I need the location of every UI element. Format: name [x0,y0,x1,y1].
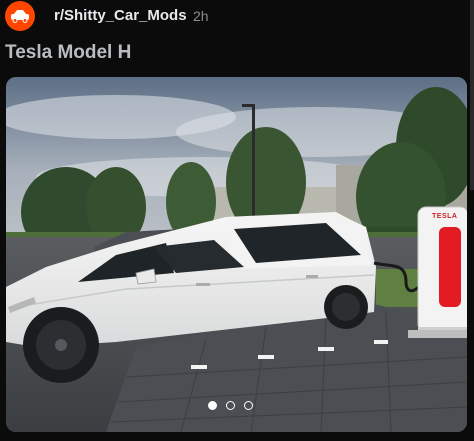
carousel-dot-3[interactable] [244,401,253,410]
carousel-indicator [208,401,253,410]
post-age: 2h [193,8,209,24]
post-header: r/Shitty_Car_Mods 2h [0,0,474,34]
post-photo [6,77,467,432]
post-image[interactable]: TESLA [6,77,467,432]
carousel-dot-2[interactable] [226,401,235,410]
subreddit-avatar-icon[interactable] [5,1,35,31]
post-title[interactable]: Tesla Model H [5,42,131,64]
carousel-dot-1[interactable] [208,401,217,410]
supercharger-sign-text: TESLA [432,213,458,220]
subreddit-name[interactable]: r/Shitty_Car_Mods [54,7,187,24]
scrollbar[interactable] [470,0,474,190]
